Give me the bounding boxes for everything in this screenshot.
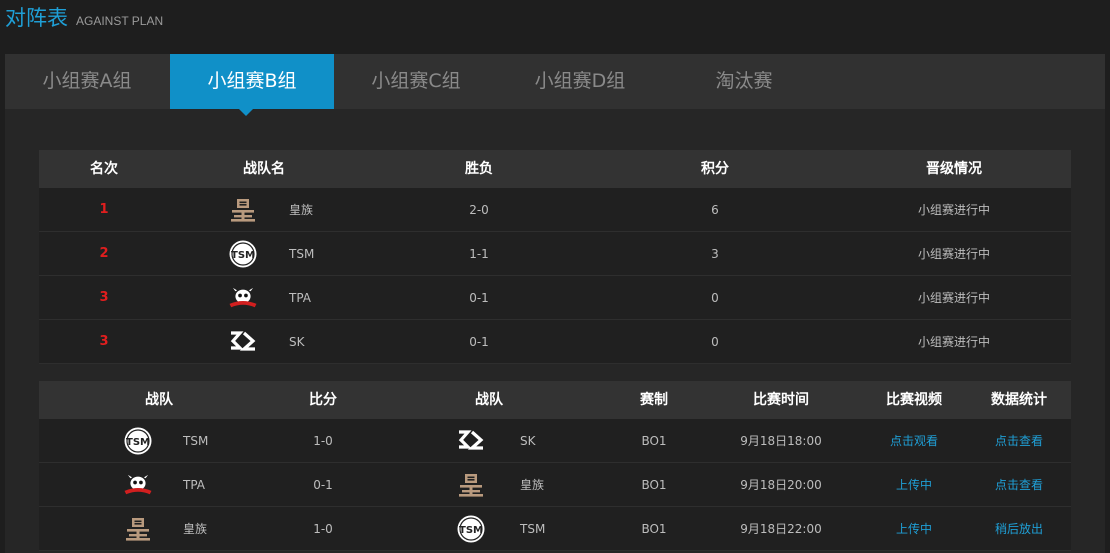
team-name-cell: TPA — [289, 291, 312, 305]
tpa-logo-icon — [227, 283, 259, 313]
points-cell: 0 — [711, 291, 719, 305]
rank-cell: 2 — [99, 246, 109, 261]
standings-header: 名次 战队名 胜负 积分 晋级情况 — [39, 150, 1071, 188]
header-record: 胜负 — [465, 161, 493, 177]
score-cell: 0-1 — [313, 478, 333, 492]
video-link[interactable]: 点击观看 — [864, 419, 964, 463]
team-2-name: SK — [520, 434, 536, 448]
team-1-name: TPA — [183, 478, 206, 492]
record-cell: 2-0 — [469, 203, 489, 217]
rank-cell: 1 — [99, 202, 109, 217]
video-link[interactable]: 上传中 — [864, 507, 964, 551]
standings-row: 2 TSM TSM 1-1 3 小组赛进行中 — [39, 232, 1071, 276]
page-subtitle: AGAINST PLAN — [76, 14, 164, 28]
team-1-name: 皇族 — [183, 522, 208, 536]
score-cell: 1-0 — [313, 434, 333, 448]
standings-body: 1 皇族 2-0 6 小组赛进行中 2 TSM TSM 1-1 3 小组赛进行中 3 TPA 0-1 0 小组… — [39, 188, 1071, 364]
matches-header: 战队 比分 战队 赛制 比赛时间 比赛视频 数据统计 — [39, 381, 1071, 419]
svg-text:TSM: TSM — [231, 250, 255, 261]
standings-row: 1 皇族 2-0 6 小组赛进行中 — [39, 188, 1071, 232]
points-cell: 6 — [711, 203, 719, 217]
time-cell: 9月18日18:00 — [740, 434, 822, 448]
time-cell: 9月18日20:00 — [740, 478, 822, 492]
tsm-logo-icon: TSM — [455, 514, 487, 544]
record-cell: 0-1 — [469, 335, 489, 349]
video-link[interactable]: 上传中 — [864, 463, 964, 507]
tab-group-a[interactable]: 小组赛A组 — [5, 54, 169, 109]
matches-table: 战队 比分 战队 赛制 比赛时间 比赛视频 数据统计 TSM TSM 1-0 SK BO… — [39, 381, 1071, 551]
header-points: 积分 — [701, 161, 729, 177]
status-cell: 小组赛进行中 — [917, 291, 990, 305]
royal-club-logo-icon — [455, 470, 487, 500]
team-name-cell: TSM — [289, 247, 315, 261]
status-cell: 小组赛进行中 — [917, 335, 990, 349]
tsm-logo-icon: TSM — [122, 426, 154, 456]
svg-text:TSM: TSM — [459, 525, 483, 536]
status-cell: 小组赛进行中 — [917, 247, 990, 261]
header-format: 赛制 — [640, 392, 668, 408]
status-cell: 小组赛进行中 — [917, 203, 990, 217]
royal-club-logo-icon — [227, 195, 259, 225]
rank-cell: 3 — [99, 334, 109, 349]
tab-group-d[interactable]: 小组赛D组 — [498, 54, 662, 109]
standings-row: 3 TPA 0-1 0 小组赛进行中 — [39, 276, 1071, 320]
header-stats: 数据统计 — [991, 392, 1047, 408]
record-cell: 0-1 — [469, 291, 489, 305]
stats-link[interactable]: 点击查看 — [969, 463, 1069, 507]
header-rank: 名次 — [90, 161, 118, 177]
tab-group-c[interactable]: 小组赛C组 — [334, 54, 498, 109]
time-cell: 9月18日22:00 — [740, 522, 822, 536]
match-row: 皇族 1-0 TSM TSM BO1 9月18日22:00 上传中 稍后放出 — [39, 507, 1071, 551]
points-cell: 3 — [711, 247, 719, 261]
match-row: TPA 0-1 皇族 BO1 9月18日20:00 上传中 点击查看 — [39, 463, 1071, 507]
match-row: TSM TSM 1-0 SK BO1 9月18日18:00 点击观看 点击查看 — [39, 419, 1071, 463]
group-tabs: 小组赛A组 小组赛B组 小组赛C组 小组赛D组 淘汰赛 — [5, 54, 1105, 109]
active-tab-pointer — [239, 109, 253, 116]
team-2-name: TSM — [520, 522, 546, 536]
team-name-cell: SK — [289, 335, 305, 349]
tab-group-b[interactable]: 小组赛B组 — [170, 54, 334, 109]
format-cell: BO1 — [641, 478, 667, 492]
sk-logo-icon — [455, 426, 487, 456]
standings-table: 名次 战队名 胜负 积分 晋级情况 1 皇族 2-0 6 小组赛进行中 2 TSM TSM 1-… — [39, 150, 1071, 364]
sk-logo-icon — [227, 327, 259, 357]
stats-link[interactable]: 稍后放出 — [969, 507, 1069, 551]
format-cell: BO1 — [641, 434, 667, 448]
svg-text:TSM: TSM — [126, 437, 150, 448]
header-score: 比分 — [309, 392, 337, 408]
team-1-name: TSM — [183, 434, 209, 448]
tab-knockout[interactable]: 淘汰赛 — [662, 54, 826, 109]
page-header: 对阵表 AGAINST PLAN — [5, 2, 163, 32]
record-cell: 1-1 — [469, 247, 489, 261]
header-status: 晋级情况 — [926, 161, 982, 177]
header-team: 战队名 — [243, 161, 285, 177]
header-team-2: 战队 — [475, 392, 503, 408]
format-cell: BO1 — [641, 522, 667, 536]
page-title: 对阵表 — [5, 6, 68, 30]
standings-row: 3 SK 0-1 0 小组赛进行中 — [39, 320, 1071, 364]
header-match-time: 比赛时间 — [753, 392, 809, 408]
tpa-logo-icon — [122, 470, 154, 500]
header-team-1: 战队 — [145, 392, 173, 408]
team-2-name: 皇族 — [520, 478, 545, 492]
score-cell: 1-0 — [313, 522, 333, 536]
stats-link[interactable]: 点击查看 — [969, 419, 1069, 463]
tsm-logo-icon: TSM — [227, 239, 259, 269]
matches-body: TSM TSM 1-0 SK BO1 9月18日18:00 点击观看 点击查看 TPA 0-1 皇族… — [39, 419, 1071, 551]
royal-club-logo-icon — [122, 514, 154, 544]
header-video: 比赛视频 — [886, 392, 942, 408]
points-cell: 0 — [711, 335, 719, 349]
rank-cell: 3 — [99, 290, 109, 305]
team-name-cell: 皇族 — [289, 203, 314, 217]
